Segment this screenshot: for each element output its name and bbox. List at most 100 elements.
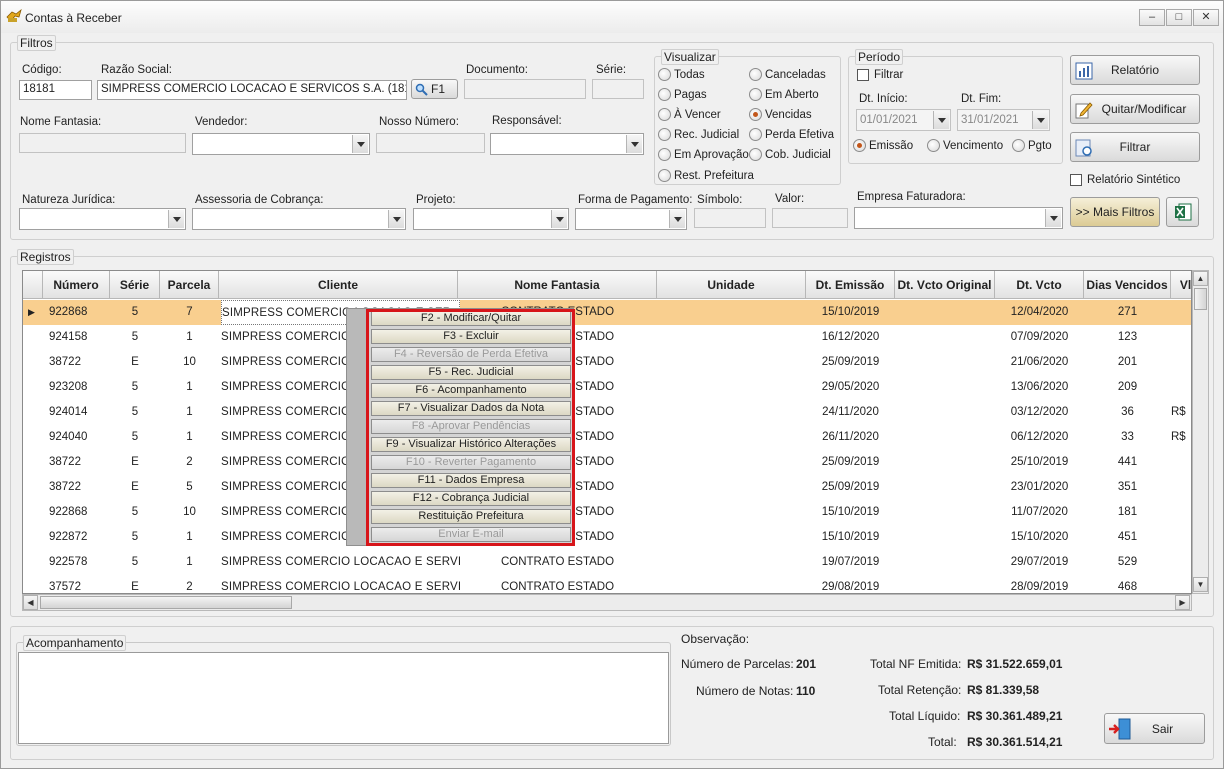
radio-visualizar-1[interactable]: Canceladas [749,68,826,81]
export-excel-button[interactable] [1166,197,1199,227]
maximize-button[interactable]: □ [1166,9,1192,26]
table-cell: 24/11/2020 [822,406,879,418]
app-icon [6,9,22,22]
table-cell: 5 [131,381,139,393]
scroll-left-icon[interactable]: ◀ [23,595,38,610]
table-cell: 924014 [49,406,88,418]
column-header[interactable]: Dt. Vcto Original [895,271,995,299]
table-row[interactable]: 924040 5 1 SIMPRESS COMERCIO LOCACAO E SERV… [23,425,1191,450]
radio-emissao[interactable]: Emissão [853,139,913,152]
column-header[interactable]: Parcela [160,271,219,299]
table-row[interactable]: 923208 5 1 SIMPRESS COMERCIO LOCACAO E SERV… [23,375,1191,400]
table-cell: 2 [186,581,193,593]
table-cell: E [131,456,139,468]
f1-search-button[interactable]: F1 [411,79,458,99]
simbolo-field[interactable] [694,208,766,228]
horizontal-scrollbar[interactable]: ◀ ▶ [22,594,1192,611]
table-row[interactable]: 38722 E 2 SIMPRESS COMERCIO LOCACAO E SERVI… [23,450,1191,475]
dt-inicio-picker[interactable]: 01/01/2021 [856,109,951,131]
radio-visualizar-10[interactable]: Rest. Prefeitura [658,169,754,182]
responsavel-select[interactable] [490,133,644,155]
relatorio-sintetico-checkbox[interactable]: Relatório Sintético [1070,174,1180,186]
natureza-juridica-select[interactable] [19,208,186,230]
table-cell: 38722 [49,481,81,493]
column-header[interactable]: Vl [1171,271,1191,299]
column-header[interactable]: Dias Vencidos [1084,271,1171,299]
column-header[interactable]: Dt. Vcto [995,271,1084,299]
scroll-up-icon[interactable]: ▲ [1193,271,1208,286]
radio-visualizar-2[interactable]: Pagas [658,88,707,101]
visualizar-option-label: À Vencer [674,108,721,121]
vendedor-select[interactable] [192,133,370,155]
table-cell [657,325,806,350]
table-cell: 29/08/2019 [821,581,880,593]
table-row[interactable]: 922578 5 1 SIMPRESS COMERCIO LOCACAO E SERV… [23,550,1191,575]
total-retencao-value: R$ 81.339,58 [967,683,1040,697]
radio-visualizar-9[interactable]: Cob. Judicial [749,148,831,161]
mais-filtros-button[interactable]: >> Mais Filtros [1070,197,1160,227]
radio-visualizar-0[interactable]: Todas [658,68,705,81]
table-row[interactable]: 37572 E 2 SIMPRESS COMERCIO LOCACAO E SERVI… [23,575,1191,593]
filtrar-periodo-checkbox[interactable]: Filtrar [857,69,903,81]
table-row[interactable]: 924014 5 1 SIMPRESS COMERCIO LOCACAO E SERV… [23,400,1191,425]
table-row[interactable]: 38722 E 10 SIMPRESS COMERCIO LOCACAO E SERV… [23,350,1191,375]
assessoria-select[interactable] [192,208,406,230]
vendedor-label: Vendedor: [195,116,248,128]
radio-visualizar-8[interactable]: Em Aprovação [658,148,749,161]
dt-fim-label: Dt. Fim: [961,93,1002,105]
table-row[interactable]: 922868 5 10 SIMPRESS COMERCIO LOCACAO E SER… [23,500,1191,525]
serie-field[interactable] [592,79,644,99]
table-row[interactable]: 922872 5 1 SIMPRESS COMERCIO LOCACAO E SERV… [23,525,1191,550]
table-cell [657,425,806,450]
filtrar-button[interactable]: Filtrar [1070,132,1200,162]
empresa-faturadora-select[interactable] [854,207,1063,229]
dt-fim-picker[interactable]: 31/01/2021 [957,109,1050,131]
radio-visualizar-7[interactable]: Perda Efetiva [749,128,834,141]
close-button[interactable]: ✕ [1193,9,1219,26]
nosso-numero-field[interactable] [376,133,485,153]
radio-pgto[interactable]: Pgto [1012,139,1052,152]
table-cell [1171,375,1191,400]
radio-visualizar-6[interactable]: Rec. Judicial [658,128,739,141]
column-header[interactable]: Nome Fantasia [458,271,657,299]
table-row[interactable]: 38722 E 5 SIMPRESS COMERCIO LOCACAO E SERVI… [23,475,1191,500]
horizontal-scroll-thumb[interactable] [40,596,292,609]
natureza-juridica-label: Natureza Jurídica: [22,194,116,206]
table-row[interactable]: 924158 5 1 SIMPRESS COMERCIO LOCACAO E SERV… [23,325,1191,350]
acompanhamento-textarea[interactable] [18,652,669,744]
scroll-down-icon[interactable]: ▼ [1193,577,1208,592]
column-header[interactable]: Unidade [657,271,806,299]
documento-field[interactable] [464,79,586,99]
codigo-field[interactable]: 18181 [19,80,92,100]
projeto-select[interactable] [413,208,569,230]
table-row[interactable]: ▶ 922868 5 7 SIMPRESS COMERCIO LOCACAO E SER… [23,300,1191,325]
nome-fantasia-field[interactable] [19,133,186,153]
table-cell [895,300,995,325]
valor-field[interactable] [772,208,848,228]
radio-vencimento[interactable]: Vencimento [927,139,1003,152]
visualizar-title: Visualizar [661,49,719,65]
column-header[interactable]: Cliente [219,271,458,299]
sair-button[interactable]: Sair [1104,713,1205,744]
filtrar-label: Filtrar [1119,140,1151,154]
column-header[interactable]: Série [110,271,160,299]
razao-social-field[interactable]: SIMPRESS COMERCIO LOCACAO E SERVICOS S.A… [97,80,407,100]
radio-visualizar-5[interactable]: Vencidas [749,108,812,121]
radio-visualizar-3[interactable]: Em Aberto [749,88,819,101]
records-grid[interactable]: Número Série Parcela Cliente Nome Fantasia Un… [22,270,1192,594]
forma-pagamento-select[interactable] [575,208,687,230]
column-header[interactable]: Dt. Emissão [806,271,895,299]
report-icon [1075,62,1093,80]
scroll-right-icon[interactable]: ▶ [1175,595,1190,610]
minimize-button[interactable]: – [1139,9,1165,26]
simbolo-label: Símbolo: [697,194,743,206]
table-cell [657,450,806,475]
radio-visualizar-4[interactable]: À Vencer [658,108,721,121]
table-cell: 07/09/2020 [1010,331,1069,343]
relatorio-button[interactable]: Relatório [1070,55,1200,85]
column-header[interactable]: Número [43,271,110,299]
vertical-scroll-thumb[interactable] [1194,288,1207,310]
vertical-scrollbar[interactable]: ▲ ▼ [1192,270,1209,594]
table-cell [1171,300,1191,325]
quitar-modificar-button[interactable]: Quitar/Modificar [1070,94,1200,124]
